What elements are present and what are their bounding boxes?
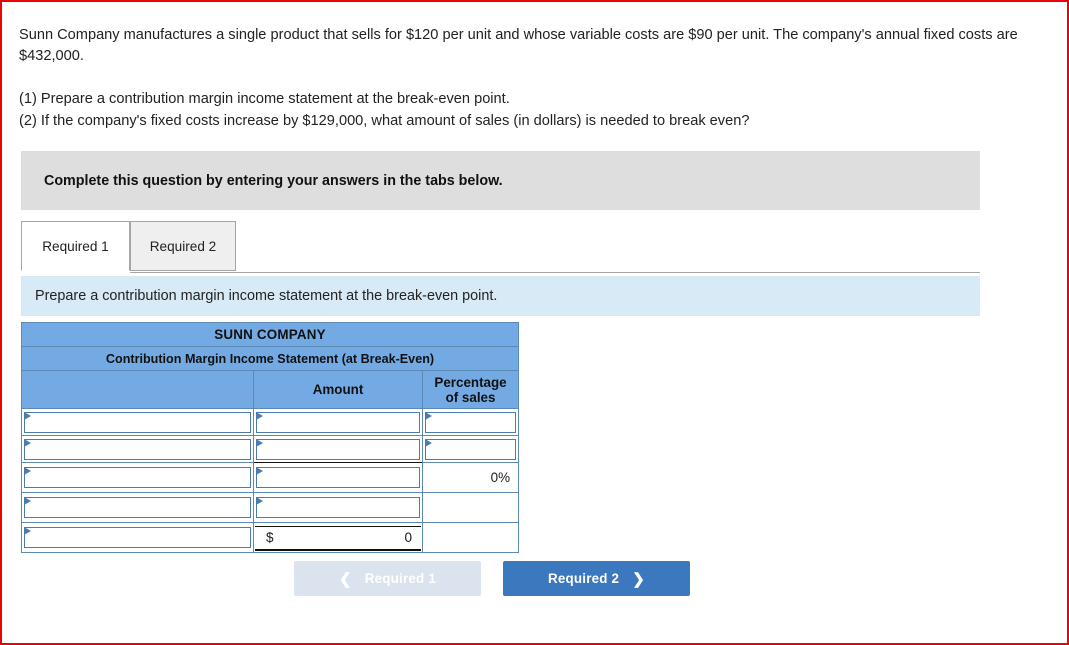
sub-instruction-banner: Prepare a contribution margin income sta… [21,276,980,316]
table-row: 0% [21,462,520,493]
question-2: (2) If the company's fixed costs increas… [19,112,750,129]
table-row [21,435,520,463]
row-4-description-input[interactable] [24,497,251,518]
sub-instruction-text: Prepare a contribution margin income sta… [35,288,498,304]
row-3-percentage-value: 0% [490,470,511,485]
row-2-amount-input[interactable] [256,438,420,460]
worksheet-title-row-2: Contribution Margin Income Statement (at… [20,346,520,371]
question-1: (1) Prepare a contribution margin income… [19,91,510,107]
worksheet-column-header-row: Amount Percentage of sales [21,370,520,409]
table-row [21,492,520,523]
row-4-description-cell[interactable] [21,492,254,523]
dropdown-arrow-icon [24,527,31,536]
row-2-description-input[interactable] [24,438,251,460]
instruction-banner: Complete this question by entering your … [21,151,980,210]
row-3-amount-input[interactable] [256,467,420,488]
dropdown-arrow-icon [24,467,31,476]
tab-strip: Required 1 Required 2 [21,221,980,273]
row-5-amount-cell: $ 0 [253,522,423,553]
subtotal-rule [254,462,422,463]
row-1-percentage-input[interactable] [425,411,517,433]
row-4-percentage-cell [421,492,520,523]
row-5-total-amount: $ 0 [255,525,421,551]
row-1-amount-input[interactable] [256,411,420,433]
table-row [21,408,520,436]
question-list: (1) Prepare a contribution margin income… [19,89,1054,132]
dropdown-arrow-icon [24,438,31,448]
contribution-margin-worksheet: SUNN COMPANY Contribution Margin Income … [20,322,520,553]
worksheet-statement-name: Contribution Margin Income Statement (at… [20,346,520,371]
row-1-percentage-cell[interactable] [421,408,520,436]
prev-required-1-label: Required 1 [364,571,436,586]
row-2-percentage-input[interactable] [425,438,517,460]
row-1-description-input[interactable] [24,411,251,433]
worksheet-company-name: SUNN COMPANY [20,322,520,347]
row-3-percentage-cell: 0% [421,462,520,493]
row-3-amount-cell[interactable] [253,462,423,493]
tab-strip-underline [130,272,980,273]
tab-required-2-label: Required 2 [149,238,217,254]
column-header-amount: Amount [253,370,423,409]
row-5-percentage-value [423,523,518,552]
next-required-2-button[interactable]: Required 2 ❯ [503,561,690,596]
chevron-left-icon: ❮ [339,570,352,588]
chevron-right-icon: ❯ [632,570,645,588]
row-3-description-input[interactable] [24,467,251,488]
dropdown-arrow-icon [256,467,263,476]
row-4-percentage-value [423,493,518,522]
column-header-percentage-line-1: Percentage [434,374,507,390]
row-2-percentage-cell[interactable] [421,435,520,463]
dropdown-arrow-icon [24,411,31,421]
row-3-description-cell[interactable] [21,462,254,493]
tab-required-1-label: Required 1 [42,238,109,254]
dropdown-arrow-icon [425,411,432,421]
row-5-description-cell[interactable] [21,522,254,553]
row-4-amount-cell[interactable] [253,492,423,523]
dropdown-arrow-icon [425,438,432,448]
column-header-percentage-line-2: of sales [445,389,496,405]
next-required-2-label: Required 2 [548,571,620,586]
tab-required-1[interactable]: Required 1 [21,221,130,271]
dropdown-arrow-icon [256,411,263,421]
table-row: $ 0 [21,522,520,553]
row-2-amount-cell[interactable] [253,435,423,463]
currency-symbol: $ [266,530,274,545]
column-header-percentage: Percentage of sales [421,370,520,409]
row-5-amount-value: 0 [404,530,412,545]
row-1-description-cell[interactable] [21,408,254,436]
dropdown-arrow-icon [256,497,263,506]
exercise-page: Sunn Company manufactures a single produ… [2,2,1067,643]
column-header-description [21,370,254,409]
row-5-description-input[interactable] [24,527,251,548]
dropdown-arrow-icon [256,438,263,448]
row-1-amount-cell[interactable] [253,408,423,436]
instruction-banner-text: Complete this question by entering your … [44,172,503,189]
prev-required-1-button[interactable]: ❮ Required 1 [294,561,481,596]
row-4-amount-input[interactable] [256,497,420,518]
problem-statement: Sunn Company manufactures a single produ… [19,27,1018,64]
dropdown-arrow-icon [24,497,31,506]
tab-required-2[interactable]: Required 2 [130,221,236,271]
row-5-percentage-cell [421,522,520,553]
row-2-description-cell[interactable] [21,435,254,463]
worksheet-title-row-1: SUNN COMPANY [20,322,520,347]
